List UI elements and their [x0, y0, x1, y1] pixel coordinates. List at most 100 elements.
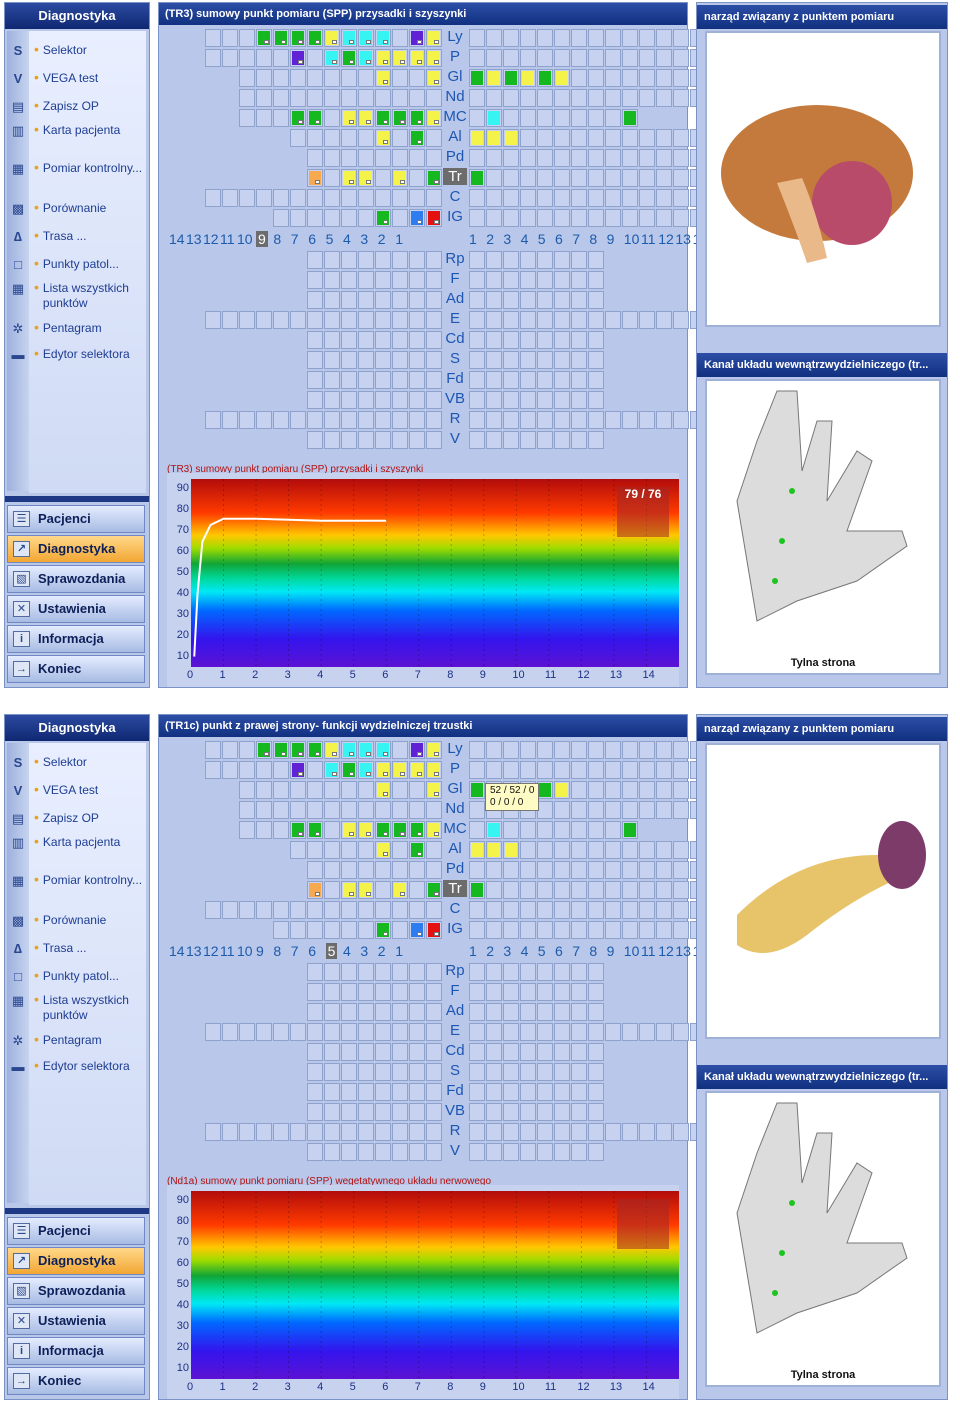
grid-cell[interactable]: [290, 209, 306, 227]
grid-cell[interactable]: [392, 129, 408, 147]
grid-cell[interactable]: [605, 189, 621, 207]
grid-cell[interactable]: [605, 209, 621, 227]
grid-cell[interactable]: [358, 1123, 374, 1141]
grid-cell[interactable]: [554, 983, 570, 1001]
grid-cell[interactable]: [409, 431, 425, 449]
grid-cell[interactable]: [324, 1063, 340, 1081]
grid-cell[interactable]: [673, 49, 689, 67]
grid-cell[interactable]: [588, 963, 604, 981]
meridian-gl[interactable]: Gl: [443, 780, 467, 797]
grid-cell[interactable]: [426, 821, 442, 839]
grid-cell[interactable]: [409, 69, 425, 87]
grid-cell[interactable]: [503, 49, 519, 67]
grid-cell[interactable]: [409, 841, 425, 859]
meridian-gl[interactable]: Gl: [443, 68, 467, 85]
grid-cell[interactable]: [571, 921, 587, 939]
grid-cell[interactable]: [409, 781, 425, 799]
right-number[interactable]: 7: [572, 943, 580, 959]
grid-cell[interactable]: [469, 169, 485, 187]
grid-cell[interactable]: [469, 431, 485, 449]
grid-cell[interactable]: [656, 29, 672, 47]
grid-cell[interactable]: [324, 1023, 340, 1041]
grid-cell[interactable]: [639, 781, 655, 799]
grid-cell[interactable]: [324, 431, 340, 449]
grid-cell[interactable]: [486, 49, 502, 67]
grid-cell[interactable]: [375, 431, 391, 449]
grid-cell[interactable]: [341, 209, 357, 227]
grid-cell[interactable]: [486, 169, 502, 187]
grid-cell[interactable]: [358, 781, 374, 799]
grid-cell[interactable]: [639, 311, 655, 329]
grid-cell[interactable]: [588, 1043, 604, 1061]
grid-cell[interactable]: [256, 109, 272, 127]
grid-cell[interactable]: [256, 821, 272, 839]
grid-cell[interactable]: [358, 741, 374, 759]
grid-cell[interactable]: [375, 311, 391, 329]
grid-cell[interactable]: [358, 271, 374, 289]
left-number[interactable]: 10: [237, 943, 253, 959]
grid-cell[interactable]: [341, 29, 357, 47]
sidebar-item-1[interactable]: S • Selektor: [14, 754, 169, 770]
sidebar-item-10[interactable]: ✲ • Pentagram: [13, 1032, 169, 1048]
grid-cell[interactable]: [673, 189, 689, 207]
left-number[interactable]: 5: [325, 943, 338, 959]
right-number[interactable]: 8: [589, 231, 597, 247]
grid-cell[interactable]: [392, 921, 408, 939]
grid-cell[interactable]: [426, 69, 442, 87]
sidebar-item-2[interactable]: V • VEGA test: [14, 70, 169, 86]
meridian-ly[interactable]: Ly: [443, 28, 467, 45]
grid-cell[interactable]: [588, 331, 604, 349]
grid-cell[interactable]: [307, 1083, 323, 1101]
left-number[interactable]: 11: [220, 943, 235, 959]
grid-cell[interactable]: [256, 29, 272, 47]
grid-cell[interactable]: [341, 983, 357, 1001]
sidebar-item-3[interactable]: ▤ • Zapisz OP: [12, 98, 169, 114]
grid-cell[interactable]: [307, 963, 323, 981]
grid-cell[interactable]: [520, 1043, 536, 1061]
grid-cell[interactable]: [290, 49, 306, 67]
grid-cell[interactable]: [409, 189, 425, 207]
grid-cell[interactable]: [358, 1043, 374, 1061]
grid-cell[interactable]: [503, 149, 519, 167]
grid-cell[interactable]: [324, 1103, 340, 1121]
grid-cell[interactable]: [358, 901, 374, 919]
nav-button-diagnostyka[interactable]: ↗ Diagnostyka: [7, 535, 145, 563]
grid-cell[interactable]: [537, 251, 553, 269]
left-number[interactable]: 6: [308, 943, 316, 959]
grid-cell[interactable]: [639, 761, 655, 779]
grid-cell[interactable]: [571, 351, 587, 369]
grid-cell[interactable]: [375, 983, 391, 1001]
grid-cell[interactable]: [520, 271, 536, 289]
grid-cell[interactable]: [324, 251, 340, 269]
grid-cell[interactable]: [324, 1143, 340, 1161]
grid-cell[interactable]: [469, 29, 485, 47]
grid-cell[interactable]: [256, 801, 272, 819]
sidebar-item-6[interactable]: ▩ • Porównanie: [12, 200, 169, 216]
grid-cell[interactable]: [426, 1123, 442, 1141]
grid-cell[interactable]: [392, 271, 408, 289]
grid-cell[interactable]: [588, 89, 604, 107]
grid-cell[interactable]: [205, 189, 221, 207]
grid-cell[interactable]: [409, 801, 425, 819]
grid-cell[interactable]: [324, 801, 340, 819]
grid-cell[interactable]: [673, 781, 689, 799]
grid-cell[interactable]: [503, 371, 519, 389]
grid-cell[interactable]: [639, 921, 655, 939]
grid-cell[interactable]: [639, 861, 655, 879]
grid-cell[interactable]: [324, 331, 340, 349]
grid-cell[interactable]: [486, 821, 502, 839]
nav-button-informacja[interactable]: i Informacja: [7, 625, 145, 653]
grid-cell[interactable]: [571, 761, 587, 779]
grid-cell[interactable]: [426, 983, 442, 1001]
grid-cell[interactable]: [392, 29, 408, 47]
grid-cell[interactable]: [222, 411, 238, 429]
grid-cell[interactable]: [622, 109, 638, 127]
grid-cell[interactable]: [622, 129, 638, 147]
grid-cell[interactable]: [605, 29, 621, 47]
grid-cell[interactable]: [571, 371, 587, 389]
right-number[interactable]: 2: [486, 231, 494, 247]
grid-cell[interactable]: [588, 169, 604, 187]
grid-cell[interactable]: [392, 881, 408, 899]
grid-cell[interactable]: [324, 841, 340, 859]
grid-cell[interactable]: [520, 821, 536, 839]
